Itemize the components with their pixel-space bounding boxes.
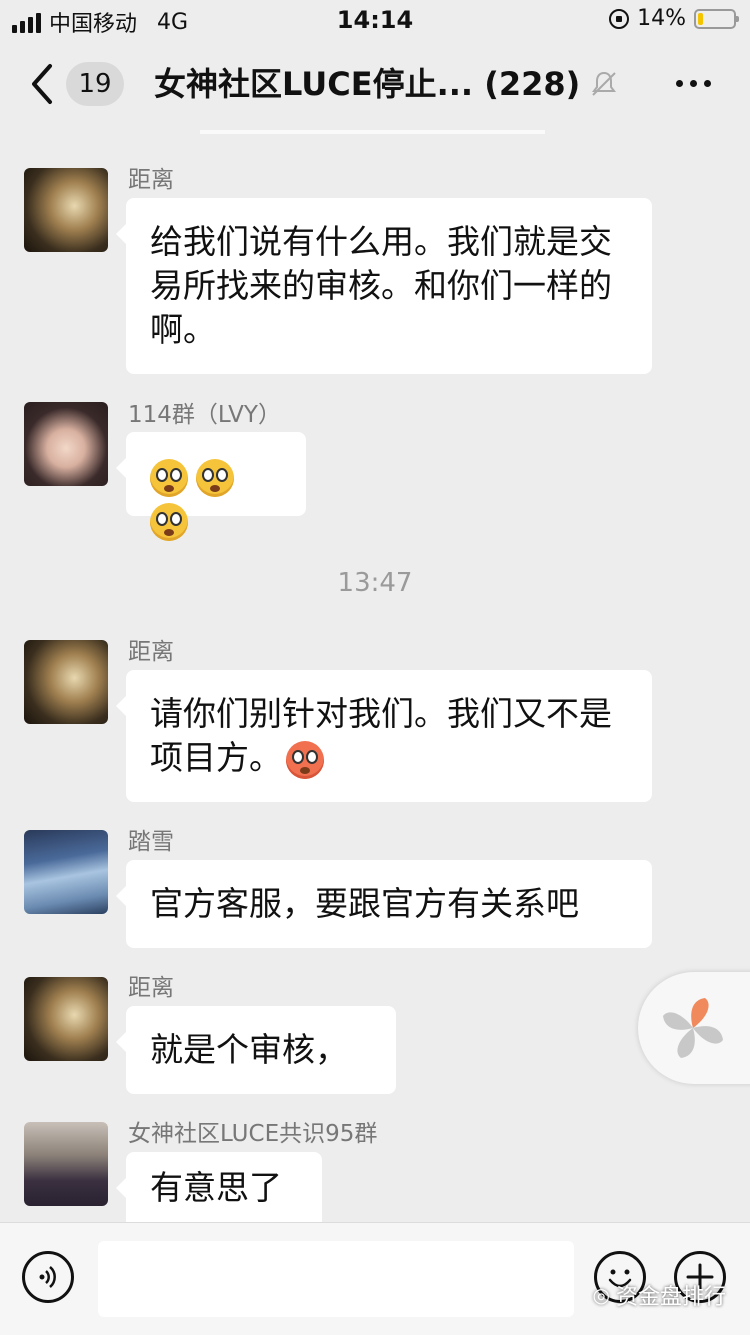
avatar[interactable]: [24, 168, 108, 252]
message-bubble[interactable]: 请你们别针对我们。我们又不是项目方。: [116, 670, 652, 802]
message-text: 请你们别针对我们。我们又不是项目方。: [150, 694, 612, 777]
sender-name: 距离: [128, 167, 174, 193]
unread-badge[interactable]: 19: [66, 62, 124, 106]
message-bubble[interactable]: 给我们说有什么用。我们就是交易所找来的审核。和你们一样的啊。: [116, 198, 652, 374]
sender-name: 距离: [128, 975, 174, 1001]
chat-title: 女神社区LUCE停止... (228): [154, 65, 581, 103]
sender-name: 114群（LVY）: [128, 402, 281, 428]
floating-window-button[interactable]: [638, 972, 750, 1084]
sender-name: 距离: [128, 639, 174, 665]
voice-button[interactable]: [22, 1251, 74, 1303]
float-pinwheel-icon: [663, 998, 723, 1058]
sender-name: 踏雪: [128, 829, 174, 855]
back-chevron-icon[interactable]: [28, 62, 58, 106]
message-input[interactable]: [98, 1241, 574, 1317]
message-bubble[interactable]: 有意思了: [116, 1152, 322, 1224]
shocked-face-icon: [150, 502, 188, 541]
rotation-lock-icon: [609, 8, 630, 29]
message-bubble[interactable]: 官方客服，要跟官方有关系吧: [116, 860, 652, 948]
battery-icon: [694, 8, 739, 29]
sender-name: 女神社区LUCE共识95群: [128, 1121, 378, 1147]
time-divider: 13:47: [337, 568, 413, 598]
wechat-logo-icon: ◎: [592, 1283, 610, 1307]
status-bar: 中国移动 4G 14:14 14%: [0, 0, 750, 40]
message-bubble[interactable]: [116, 432, 306, 541]
avatar[interactable]: [24, 977, 108, 1061]
voice-icon: [39, 1266, 56, 1288]
message-bubble[interactable]: 就是个审核，: [116, 1006, 396, 1094]
avatar[interactable]: [24, 1122, 108, 1206]
flushed-face-icon: [286, 740, 324, 779]
watermark: ◎ 资金盘排行: [593, 1279, 726, 1311]
divider: [200, 130, 545, 134]
input-bar: ◎ 资金盘排行: [0, 1222, 750, 1335]
battery-percent: 14%: [637, 6, 686, 31]
avatar[interactable]: [24, 402, 108, 486]
more-dots-icon[interactable]: [676, 80, 711, 87]
shocked-face-icon: [196, 458, 234, 497]
avatar[interactable]: [24, 640, 108, 724]
avatar[interactable]: [24, 830, 108, 914]
watermark-text: 资金盘排行: [615, 1285, 726, 1310]
shocked-face-icon: [150, 458, 188, 497]
mute-bell-icon: [592, 71, 616, 96]
status-right: 14%: [609, 6, 739, 31]
chat-header: 19 女神社区LUCE停止... (228): [0, 40, 750, 130]
